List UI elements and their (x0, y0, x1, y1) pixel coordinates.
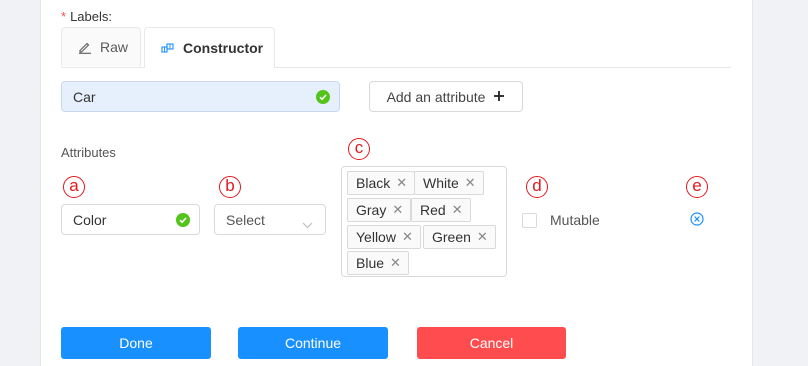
mutable-checkbox[interactable] (522, 213, 537, 228)
attribute-type-select[interactable]: Select (214, 204, 326, 235)
annotation-marker-d: d (526, 176, 548, 198)
value-tag-gray[interactable]: Gray ✕ (347, 198, 412, 222)
constructor-icon (161, 41, 175, 55)
tab-constructor-label: Constructor (183, 40, 264, 56)
add-attribute-button[interactable]: Add an attribute (369, 81, 523, 112)
attribute-values-input[interactable]: Black ✕ White ✕ Gray ✕ Red ✕ Yellow ✕ Gr… (341, 166, 507, 277)
cancel-button[interactable]: Cancel (417, 327, 566, 359)
value-tag-blue[interactable]: Blue ✕ (347, 251, 409, 275)
value-tag-red[interactable]: Red ✕ (411, 198, 471, 222)
required-mark: * (61, 9, 67, 24)
tab-constructor[interactable]: Constructor (144, 27, 275, 68)
add-attribute-label: Add an attribute (386, 88, 486, 105)
labels-title-text: Labels: (70, 9, 112, 24)
mutable-label: Mutable (550, 212, 600, 228)
close-icon[interactable]: ✕ (465, 175, 476, 191)
close-icon[interactable]: ✕ (396, 175, 407, 191)
edit-icon (78, 40, 92, 54)
attribute-type-value: Select (226, 211, 265, 228)
labels-tabs: Raw Constructor (61, 27, 731, 68)
remove-attribute-icon[interactable] (690, 212, 704, 229)
attributes-heading: Attributes (61, 145, 116, 160)
value-tag-green[interactable]: Green ✕ (423, 225, 496, 249)
check-circle-icon (176, 213, 190, 227)
value-tag-black[interactable]: Black ✕ (347, 171, 416, 195)
plus-icon (493, 89, 505, 105)
annotation-marker-e: e (686, 176, 708, 198)
tab-raw[interactable]: Raw (61, 27, 141, 66)
close-icon[interactable]: ✕ (477, 229, 488, 245)
check-circle-icon (316, 90, 330, 104)
tab-raw-label: Raw (100, 39, 129, 55)
close-icon[interactable]: ✕ (452, 202, 463, 218)
close-icon[interactable]: ✕ (402, 229, 413, 245)
value-tag-yellow[interactable]: Yellow ✕ (347, 225, 421, 249)
label-name-input[interactable]: Car (61, 81, 340, 112)
attribute-name-value: Color (73, 211, 107, 228)
close-icon[interactable]: ✕ (392, 202, 403, 218)
chevron-down-icon (302, 216, 313, 232)
annotation-marker-b: b (219, 176, 241, 198)
annotation-marker-a: a (63, 176, 85, 198)
close-icon[interactable]: ✕ (390, 255, 401, 271)
annotation-marker-c: c (348, 138, 370, 160)
value-tag-white[interactable]: White ✕ (414, 171, 484, 195)
done-button[interactable]: Done (61, 327, 211, 359)
continue-button[interactable]: Continue (238, 327, 388, 359)
label-name-value: Car (73, 88, 96, 105)
attribute-name-input[interactable]: Color (61, 204, 200, 235)
labels-heading: * Labels: (61, 9, 112, 24)
label-constructor-panel: * Labels: Raw Constructor Car Add an attr… (40, 0, 753, 366)
